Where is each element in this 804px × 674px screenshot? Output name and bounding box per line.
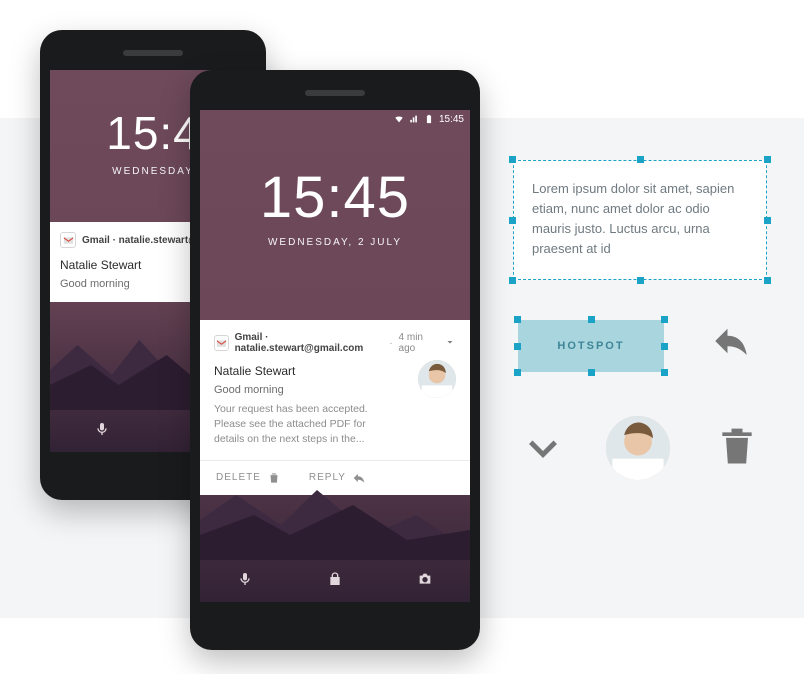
resize-handle[interactable] — [637, 277, 644, 284]
mic-icon[interactable] — [237, 571, 253, 592]
mic-icon[interactable] — [94, 421, 110, 442]
avatar-element[interactable] — [606, 416, 670, 480]
sender-avatar — [418, 360, 456, 398]
lockscreen-actions — [200, 560, 470, 602]
resize-handle[interactable] — [588, 369, 595, 376]
resize-handle[interactable] — [514, 369, 521, 376]
notification-body: Your request has been accepted. Please s… — [214, 402, 394, 448]
resize-handle[interactable] — [509, 217, 516, 224]
resize-handle[interactable] — [509, 156, 516, 163]
resize-handle[interactable] — [514, 316, 521, 323]
clock-date: WEDNESDAY, 2 JULY — [200, 237, 470, 248]
resize-handle[interactable] — [661, 343, 668, 350]
notification-card-expanded[interactable]: Gmail · natalie.stewart@gmail.com · 4 mi… — [200, 320, 470, 495]
phone-speaker — [123, 50, 183, 56]
resize-handle[interactable] — [509, 277, 516, 284]
notification-app-title: Gmail · natalie.stewart@g — [82, 235, 204, 246]
phone-screen: 15:45 15:45 WEDNESDAY, 2 JULY Gmail · na… — [200, 110, 470, 602]
hotspot-selection-handles — [518, 320, 664, 372]
phone-mockup-expanded: 15:45 15:45 WEDNESDAY, 2 JULY Gmail · na… — [190, 70, 480, 650]
wifi-icon — [394, 114, 404, 124]
status-bar: 15:45 — [394, 110, 464, 128]
signal-icon — [409, 114, 419, 124]
chevron-down-icon[interactable] — [522, 430, 564, 472]
phone-speaker — [305, 90, 365, 96]
resize-handle[interactable] — [661, 369, 668, 376]
lock-icon[interactable] — [327, 571, 343, 592]
battery-icon — [424, 114, 434, 124]
separator-dot: · — [389, 338, 392, 349]
text-selection-handles — [513, 160, 767, 280]
trash-icon[interactable] — [715, 420, 759, 474]
notification-age: 4 min ago — [399, 332, 438, 354]
gmail-icon — [214, 335, 229, 351]
collapse-chevron-icon[interactable] — [444, 336, 456, 351]
status-time: 15:45 — [439, 114, 464, 125]
resize-handle[interactable] — [661, 316, 668, 323]
clock-time: 15:45 — [200, 164, 470, 231]
wallpaper-mountains — [200, 470, 470, 560]
reply-icon[interactable] — [705, 320, 757, 362]
resize-handle[interactable] — [764, 156, 771, 163]
resize-handle[interactable] — [764, 277, 771, 284]
lockscreen-clock: 15:45 WEDNESDAY, 2 JULY — [200, 164, 470, 248]
camera-icon[interactable] — [417, 571, 433, 592]
resize-handle[interactable] — [514, 343, 521, 350]
resize-handle[interactable] — [637, 156, 644, 163]
notification-app-title: Gmail · natalie.stewart@gmail.com — [235, 332, 384, 354]
gmail-icon — [60, 232, 76, 248]
resize-handle[interactable] — [764, 217, 771, 224]
resize-handle[interactable] — [588, 316, 595, 323]
